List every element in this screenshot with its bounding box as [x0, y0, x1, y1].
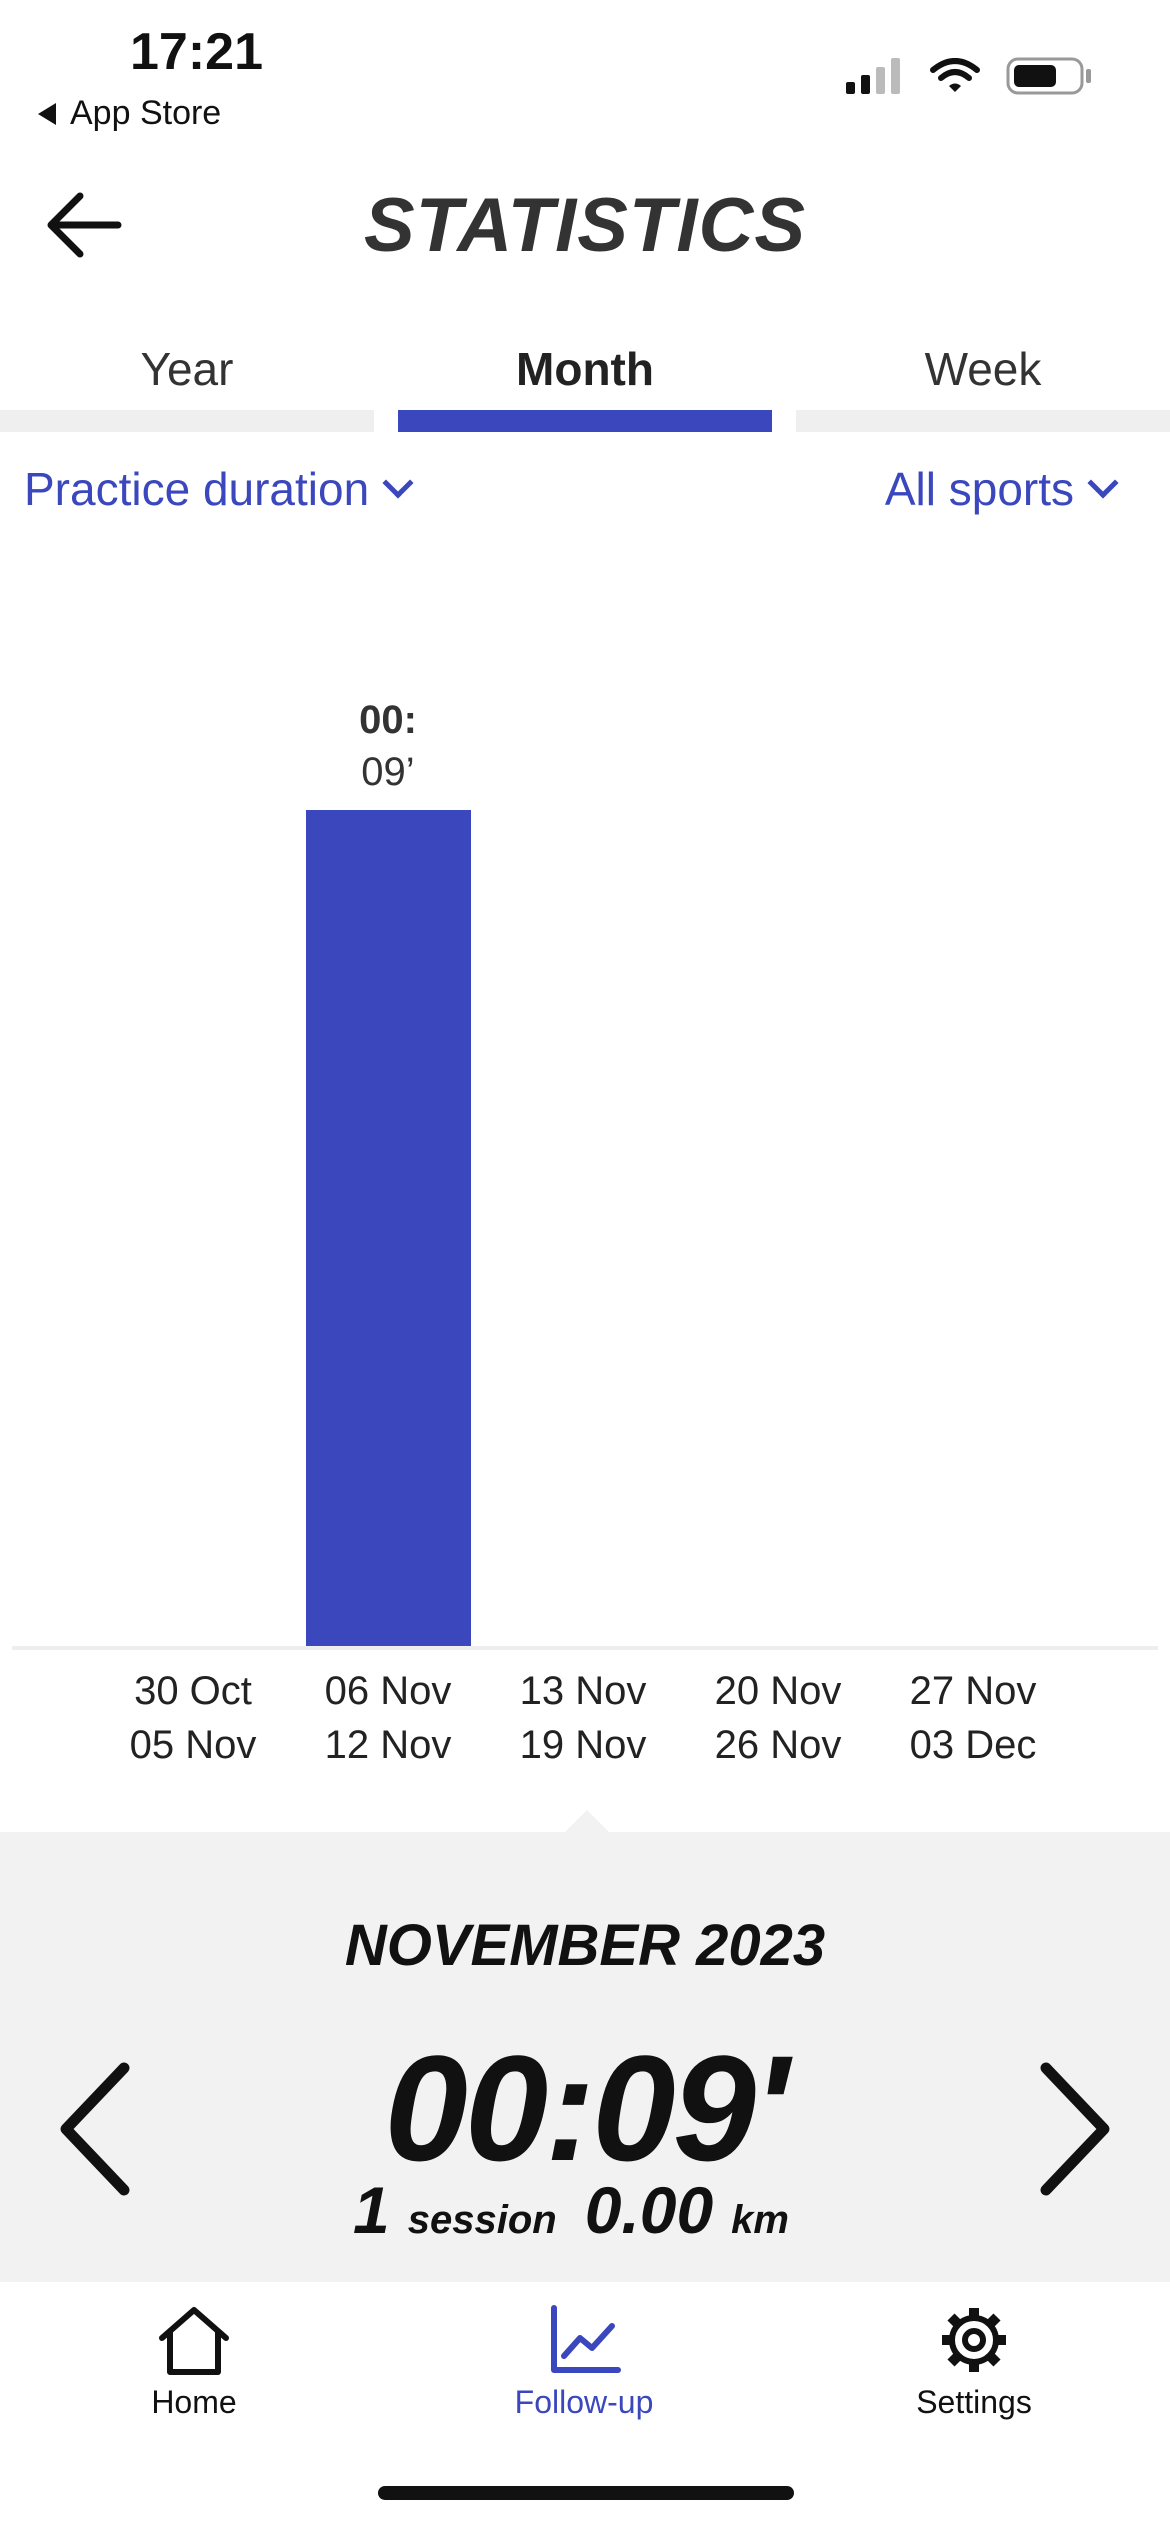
back-triangle-icon — [38, 102, 56, 125]
distance-unit: km — [731, 2198, 789, 2242]
x-tick-label: 20 Nov 26 Nov — [714, 1669, 842, 1767]
duration-bar-chart: 30 Oct 05 Nov 00: 09’ 06 Nov 12 Nov 13 Nov 19 N… — [0, 560, 1170, 1800]
back-app-label: App Store — [70, 94, 222, 132]
sport-dropdown-label: All sports — [884, 463, 1074, 515]
bar-data-label: 00: 09’ — [359, 698, 417, 794]
chart-bar[interactable] — [305, 810, 471, 1646]
chevron-down-icon — [382, 467, 414, 499]
tab-month[interactable]: Month — [398, 340, 772, 432]
nav-home-label: Home — [151, 2384, 237, 2420]
x-axis-line — [12, 1646, 1158, 1650]
battery-icon — [1006, 57, 1091, 95]
summary-panel: NOVEMBER 2023 00:09' 1 session 0.00 km — [0, 1810, 1170, 2282]
nav-settings[interactable]: Settings — [844, 2302, 1104, 2421]
nav-follow-up[interactable]: Follow-up — [454, 2302, 714, 2421]
page-title: STATISTICS — [363, 183, 807, 268]
sessions-unit: session — [407, 2198, 557, 2242]
distance-value: 0.00 — [584, 2173, 714, 2247]
tab-week[interactable]: Week — [796, 340, 1170, 432]
period-title: NOVEMBER 2023 — [344, 1913, 826, 1978]
home-indicator — [378, 2486, 794, 2500]
sport-dropdown[interactable]: All sports — [884, 462, 1119, 516]
sessions-count: 1 — [353, 2173, 390, 2247]
tab-year[interactable]: Year — [0, 340, 374, 432]
period-tabs: Year Month Week — [0, 340, 1170, 432]
total-duration: 00:09' — [384, 2024, 788, 2192]
tab-month-label: Month — [516, 343, 654, 395]
status-icons — [846, 56, 1092, 96]
nav-home[interactable]: Home — [64, 2302, 324, 2421]
back-to-app-store[interactable]: App Store — [38, 94, 221, 133]
nav-follow-up-label: Follow-up — [514, 2384, 654, 2420]
signal-icon — [846, 58, 900, 94]
tab-month-indicator — [398, 410, 772, 432]
status-time: 17:21 — [130, 23, 263, 81]
x-tick-label: 06 Nov 12 Nov — [324, 1669, 452, 1767]
chart-icon — [551, 2305, 621, 2373]
selection-pointer — [565, 1810, 609, 1832]
tab-year-label: Year — [140, 343, 234, 395]
x-tick-label: 13 Nov 19 Nov — [519, 1669, 647, 1767]
gear-icon — [942, 2308, 1006, 2372]
x-tick-label: 30 Oct 05 Nov — [129, 1669, 257, 1767]
home-icon — [159, 2307, 229, 2375]
tab-week-label: Week — [924, 343, 1042, 395]
wifi-icon — [930, 58, 980, 92]
x-tick-label: 27 Nov 03 Dec — [909, 1669, 1037, 1767]
summary-stats: 1 session 0.00 km — [0, 2172, 1170, 2248]
metric-dropdown[interactable]: Practice duration — [24, 462, 414, 516]
chevron-down-icon — [1087, 467, 1119, 499]
tab-year-indicator — [0, 410, 374, 432]
metric-dropdown-label: Practice duration — [24, 463, 370, 515]
nav-settings-label: Settings — [916, 2384, 1032, 2420]
tab-week-indicator — [796, 410, 1170, 432]
